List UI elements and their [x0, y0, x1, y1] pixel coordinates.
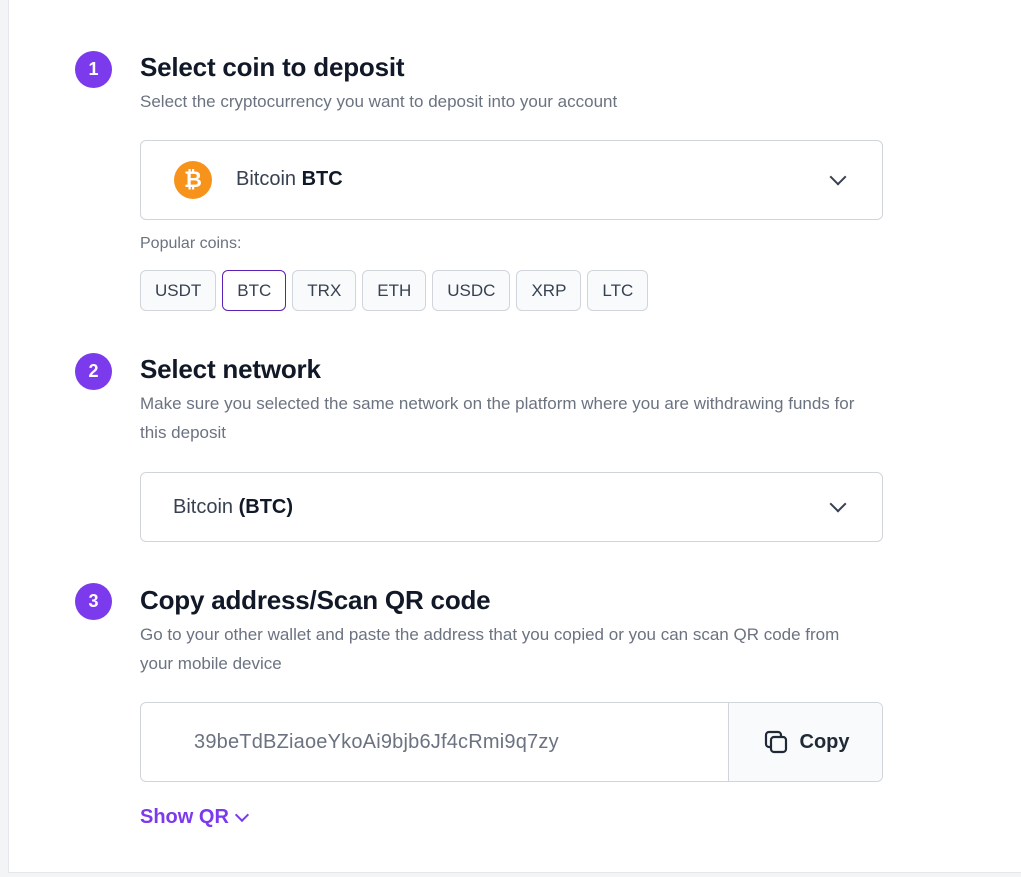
step-3-description: Go to your other wallet and paste the ad… — [140, 625, 840, 673]
bitcoin-icon: ₿ — [174, 161, 212, 199]
coin-chip-xrp[interactable]: XRP — [516, 270, 582, 311]
deposit-panel: 1 Select coin to deposit Select the cryp… — [8, 0, 1021, 873]
show-qr-toggle[interactable]: Show QR — [140, 806, 249, 829]
coin-chip-usdt[interactable]: USDT — [140, 270, 217, 311]
step-2-description: Make sure you selected the same network … — [140, 394, 855, 442]
popular-coins-label: Popular coins: — [140, 235, 242, 252]
step-2-title: Select network — [140, 354, 321, 384]
network-symbol: (BTC) — [238, 496, 294, 518]
popular-coins-list: USDT BTC TRX ETH USDC XRP LTC — [140, 270, 649, 311]
step-1-description: Select the cryptocurrency you want to de… — [140, 92, 618, 111]
step-1-badge: 1 — [75, 51, 112, 88]
network-name: Bitcoin — [173, 496, 234, 518]
step-2-badge: 2 — [75, 353, 112, 390]
chevron-down-icon — [829, 168, 847, 186]
address-field: 39beTdBZiaoeYkoAi9bjb6Jf4cRmi9q7zy Copy — [140, 702, 883, 782]
deposit-address[interactable]: 39beTdBZiaoeYkoAi9bjb6Jf4cRmi9q7zy — [194, 703, 559, 781]
coin-chip-eth[interactable]: ETH — [362, 270, 427, 311]
step-3-badge: 3 — [75, 583, 112, 620]
chevron-down-icon — [829, 495, 847, 513]
coin-chip-ltc[interactable]: LTC — [587, 270, 649, 311]
step-1-title: Select coin to deposit — [140, 52, 405, 82]
coin-symbol: BTC — [301, 168, 343, 190]
coin-select[interactable]: ₿ Bitcoin BTC — [140, 140, 883, 220]
copy-icon — [764, 730, 787, 754]
show-qr-label: Show QR — [140, 806, 229, 828]
network-select-value: Bitcoin (BTC) — [173, 496, 293, 519]
coin-select-value: Bitcoin BTC — [236, 168, 343, 191]
coin-chip-trx[interactable]: TRX — [292, 270, 357, 311]
coin-chip-usdc[interactable]: USDC — [432, 270, 511, 311]
copy-button-label: Copy — [799, 730, 850, 753]
chevron-down-icon — [234, 807, 249, 822]
network-select[interactable]: Bitcoin (BTC) — [140, 472, 883, 542]
coin-name: Bitcoin — [236, 168, 297, 190]
copy-address-button[interactable]: Copy — [728, 703, 882, 781]
coin-chip-btc[interactable]: BTC — [222, 270, 287, 311]
step-3-title: Copy address/Scan QR code — [140, 585, 491, 615]
